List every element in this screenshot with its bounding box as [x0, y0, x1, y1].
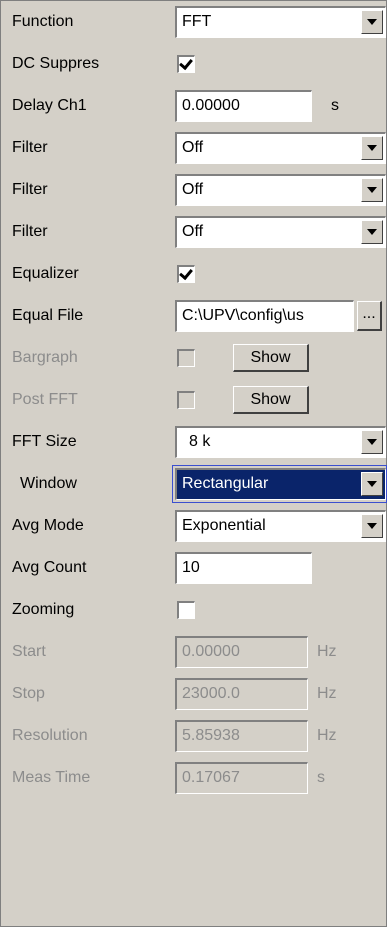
function-select[interactable]: FFT	[175, 6, 386, 38]
zooming-label: Zooming	[12, 601, 75, 618]
function-value: FFT	[182, 13, 212, 30]
filter-1-select[interactable]: Off	[175, 132, 386, 164]
row-start: Start 0.00000 Hz	[1, 631, 388, 673]
resolution-unit: Hz	[317, 727, 337, 744]
delay-ch1-unit: s	[331, 97, 339, 114]
stop-unit: Hz	[317, 685, 337, 702]
checkmark-icon	[179, 265, 193, 281]
row-stop: Stop 23000.0 Hz	[1, 673, 388, 715]
row-zooming: Zooming	[1, 589, 388, 631]
row-equal-file: Equal File C:\UPV\config\us ...	[1, 295, 388, 337]
row-resolution: Resolution 5.85938 Hz	[1, 715, 388, 757]
post-fft-label: Post FFT	[12, 391, 78, 408]
row-avg-count: Avg Count 10	[1, 547, 388, 589]
row-delay-ch1: Delay Ch1 0.00000 s	[1, 85, 388, 127]
meas-time-unit: s	[317, 769, 325, 786]
row-filter-3: Filter Off	[1, 211, 388, 253]
avg-count-input[interactable]: 10	[175, 552, 312, 584]
bargraph-label: Bargraph	[12, 349, 78, 366]
meas-time-label: Meas Time	[12, 769, 91, 786]
avg-count-label: Avg Count	[12, 559, 87, 576]
chevron-down-icon[interactable]	[361, 220, 383, 244]
bargraph-checkbox[interactable]	[177, 349, 195, 367]
chevron-down-icon[interactable]	[361, 136, 383, 160]
start-label: Start	[12, 643, 46, 660]
delay-ch1-input[interactable]: 0.00000	[175, 90, 312, 122]
delay-ch1-value: 0.00000	[182, 97, 240, 114]
avg-mode-select[interactable]: Exponential	[175, 510, 386, 542]
fft-size-value: 8 k	[189, 433, 211, 450]
filter-3-label: Filter	[12, 223, 48, 240]
resolution-label: Resolution	[12, 727, 88, 744]
start-value: 0.00000	[182, 643, 240, 660]
filter-1-label: Filter	[12, 139, 48, 156]
row-post-fft: Post FFT Show	[1, 379, 388, 421]
row-window: Window Rectangular	[1, 463, 388, 505]
zooming-checkbox[interactable]	[177, 601, 195, 619]
stop-value: 23000.0	[182, 685, 240, 702]
row-equalizer: Equalizer	[1, 253, 388, 295]
filter-1-value: Off	[182, 139, 204, 156]
avg-count-value: 10	[182, 559, 200, 576]
bargraph-show-button[interactable]: Show	[233, 344, 309, 372]
filter-2-label: Filter	[12, 181, 48, 198]
fft-size-select[interactable]: 8 k	[175, 426, 386, 458]
avg-mode-value: Exponential	[182, 517, 266, 534]
chevron-down-icon[interactable]	[361, 430, 383, 454]
avg-mode-label: Avg Mode	[12, 517, 84, 534]
meas-time-input: 0.17067	[175, 762, 308, 794]
row-function: Function FFT	[1, 1, 388, 43]
function-label: Function	[12, 13, 74, 30]
fft-settings-panel: Function FFT DC Suppres Delay Ch1 0.0000…	[0, 0, 387, 927]
start-input: 0.00000	[175, 636, 308, 668]
delay-ch1-label: Delay Ch1	[12, 97, 87, 114]
window-value: Rectangular	[182, 475, 269, 492]
chevron-down-icon[interactable]	[361, 472, 383, 496]
equalizer-label: Equalizer	[12, 265, 79, 282]
filter-2-value: Off	[182, 181, 204, 198]
filter-3-value: Off	[182, 223, 204, 240]
stop-label: Stop	[12, 685, 45, 702]
dc-suppress-checkbox[interactable]	[177, 55, 195, 73]
resolution-value: 5.85938	[182, 727, 240, 744]
checkmark-icon	[179, 55, 193, 71]
chevron-down-icon[interactable]	[361, 10, 383, 34]
row-fft-size: FFT Size 8 k	[1, 421, 388, 463]
post-fft-checkbox[interactable]	[177, 391, 195, 409]
meas-time-value: 0.17067	[182, 769, 240, 786]
chevron-down-icon[interactable]	[361, 514, 383, 538]
start-unit: Hz	[317, 643, 337, 660]
equal-file-input[interactable]: C:\UPV\config\us	[175, 300, 354, 332]
filter-2-select[interactable]: Off	[175, 174, 386, 206]
stop-input: 23000.0	[175, 678, 308, 710]
equal-file-label: Equal File	[12, 307, 84, 324]
row-bargraph: Bargraph Show	[1, 337, 388, 379]
row-filter-2: Filter Off	[1, 169, 388, 211]
equalizer-checkbox[interactable]	[177, 265, 195, 283]
post-fft-show-button[interactable]: Show	[233, 386, 309, 414]
window-label: Window	[20, 475, 77, 492]
row-dc-suppress: DC Suppres	[1, 43, 388, 85]
dc-suppress-label: DC Suppres	[12, 55, 100, 72]
resolution-input: 5.85938	[175, 720, 308, 752]
equal-file-value: C:\UPV\config\us	[182, 307, 304, 324]
row-avg-mode: Avg Mode Exponential	[1, 505, 388, 547]
browse-button[interactable]: ...	[357, 301, 382, 331]
fft-size-label: FFT Size	[12, 433, 77, 450]
filter-3-select[interactable]: Off	[175, 216, 386, 248]
chevron-down-icon[interactable]	[361, 178, 383, 202]
row-meas-time: Meas Time 0.17067 s	[1, 757, 388, 799]
window-select[interactable]: Rectangular	[175, 468, 386, 500]
row-filter-1: Filter Off	[1, 127, 388, 169]
